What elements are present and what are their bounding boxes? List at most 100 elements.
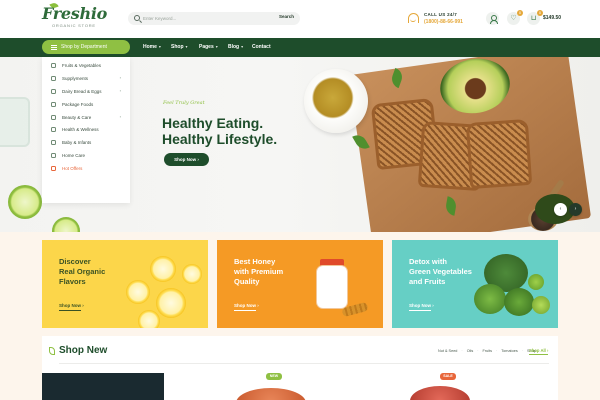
new-badge: NEW: [266, 373, 282, 380]
dept-label: Beauty & Care: [62, 114, 92, 120]
nav-pages[interactable]: Pages ▾: [199, 44, 218, 50]
lime-slice-image: [8, 185, 42, 219]
logo-wordmark: Freshio: [42, 4, 107, 23]
promo-shop-now-link[interactable]: Shop Now ›: [59, 303, 84, 311]
department-menu: Fruits & Vegetables Supplyments › Dairy B…: [42, 57, 130, 203]
arrow-right-icon: ›: [547, 348, 549, 353]
dept-item-home-care[interactable]: Home Care: [42, 149, 130, 162]
chevron-down-icon: ▾: [215, 44, 218, 49]
chevron-down-icon: ▾: [241, 44, 244, 49]
nav-contact[interactable]: Contact: [252, 44, 271, 50]
lemon-slice-image: [126, 280, 150, 304]
hero-headline-line-1: Healthy Eating.: [162, 115, 264, 131]
chevron-right-icon: ›: [119, 88, 121, 94]
chevron-down-icon: ▾: [158, 44, 161, 49]
dept-label: Health & Wellness: [62, 127, 99, 133]
dept-item-supplyments[interactable]: Supplyments ›: [42, 72, 130, 85]
department-button-label: Shop by Department: [61, 44, 107, 50]
promo-title-line: Discover: [59, 257, 91, 266]
hero-headline-line-2: Healthy Lifestyle.: [162, 131, 278, 147]
dept-item-health-wellness[interactable]: Health & Wellness: [42, 123, 130, 136]
lotion-icon: [51, 114, 56, 120]
promo-title: Discover Real Organic Flavors: [59, 257, 139, 287]
cart-total[interactable]: $149.50: [543, 15, 561, 21]
dept-item-fruits-vegetables[interactable]: Fruits & Vegetables: [42, 59, 130, 72]
promo-title: Best Honey with Premium Quality: [234, 257, 314, 287]
milk-icon: [51, 88, 56, 94]
search-bar: Search: [128, 12, 300, 25]
dept-label: Baby & Infants: [62, 140, 92, 146]
tab-tomatoes[interactable]: Tomatoes: [501, 349, 517, 353]
pill-icon: [51, 75, 56, 81]
dept-item-baby-infants[interactable]: Baby & Infants: [42, 136, 130, 149]
chevron-right-icon: ›: [119, 75, 121, 81]
broccoli-image: [504, 288, 534, 316]
promo-banner-detox[interactable]: Detox with Green Vegetables and Fruits S…: [392, 240, 558, 328]
dept-label: Home Care: [62, 153, 86, 159]
dept-item-package-foods[interactable]: Package Foods: [42, 98, 130, 111]
baby-icon: [51, 140, 56, 146]
promo-banner-organic[interactable]: Discover Real Organic Flavors Shop Now ›: [42, 240, 208, 328]
promo-link-label: Shop Now: [59, 303, 81, 308]
arrow-right-icon: ›: [257, 303, 259, 308]
promo-title-line: Real Organic: [59, 267, 106, 276]
lemon-slice-image: [150, 256, 176, 282]
nav-blog[interactable]: Blog ▾: [228, 44, 243, 50]
slider-next-button[interactable]: ›: [569, 203, 582, 216]
hero-shop-now-button[interactable]: Shop Now ›: [164, 153, 209, 166]
promo-banner-honey[interactable]: Best Honey with Premium Quality Shop Now…: [217, 240, 383, 328]
search-input[interactable]: [143, 14, 253, 23]
arrow-right-icon: ›: [197, 157, 199, 162]
cart-button[interactable]: ⊔ 0: [527, 10, 543, 25]
shop-new-title: Shop New: [48, 345, 108, 356]
phone-number[interactable]: (1800)-88-66-991: [424, 19, 463, 25]
shop-by-department-button[interactable]: Shop by Department: [42, 40, 130, 54]
menu-icon: [51, 44, 57, 50]
promo-shop-now-link[interactable]: Shop Now ›: [409, 303, 434, 311]
lemon-slice-image: [182, 264, 202, 284]
nav-home[interactable]: Home ▾: [143, 44, 161, 50]
nav-home-label: Home: [143, 44, 157, 50]
apple-image: [532, 296, 550, 314]
logo[interactable]: Freshio ORGANIC STORE: [42, 1, 112, 32]
wishlist-button[interactable]: ♡ 0: [507, 10, 523, 25]
slider-prev-button[interactable]: ‹: [554, 203, 567, 216]
chevron-down-icon: ▾: [185, 44, 188, 49]
dept-label: Hot Offers: [62, 166, 83, 172]
lime-image: [528, 274, 544, 290]
promo-title: Detox with Green Vegetables and Fruits: [409, 257, 489, 287]
lime-slice-image: [52, 217, 80, 232]
promo-title-line: and Fruits: [409, 277, 446, 286]
nav-shop[interactable]: Shop ▾: [171, 44, 188, 50]
dept-item-hot-offers[interactable]: Hot Offers: [42, 162, 130, 175]
home-icon: [51, 153, 56, 159]
water-glass-image: [0, 97, 30, 147]
search-button[interactable]: Search: [279, 14, 294, 19]
user-icon[interactable]: [486, 12, 499, 25]
tab-fruits[interactable]: Fruits: [483, 349, 493, 353]
tab-nut-seed[interactable]: Nut & Seed: [438, 349, 457, 353]
hero-headline: Healthy Eating. Healthy Lifestyle.: [162, 115, 322, 147]
tab-oils[interactable]: Oils: [467, 349, 474, 353]
call-us: CALL US 24/7 (1800)-88-66-991: [408, 11, 478, 27]
fire-icon: [51, 166, 56, 172]
dept-item-beauty-care[interactable]: Beauty & Care ›: [42, 111, 130, 124]
promo-title-line: Green Vegetables: [409, 267, 472, 276]
dept-label: Package Foods: [62, 101, 94, 107]
shop-all-link[interactable]: Shop All ›: [529, 348, 549, 355]
honey-jar-image: [316, 265, 348, 309]
call-us-label: CALL US 24/7: [424, 12, 458, 17]
heart-pulse-icon: [51, 127, 56, 133]
promo-link-label: Shop Now: [409, 303, 431, 308]
tab-separator: ·: [477, 349, 479, 353]
headset-icon: [408, 13, 419, 23]
logo-tagline: ORGANIC STORE: [52, 23, 96, 28]
promo-shop-now-link[interactable]: Shop Now ›: [234, 303, 259, 311]
lemon-slice-image: [138, 310, 160, 328]
site-header: Freshio ORGANIC STORE Search CALL US 24/…: [0, 0, 600, 38]
tab-separator: ·: [496, 349, 498, 353]
chevron-left-icon: ‹: [559, 206, 562, 212]
product-image-dark[interactable]: [42, 373, 164, 400]
dept-item-dairy-bread-eggs[interactable]: Dairy Bread & Eggs ›: [42, 85, 130, 98]
chevron-right-icon: ›: [119, 114, 121, 120]
